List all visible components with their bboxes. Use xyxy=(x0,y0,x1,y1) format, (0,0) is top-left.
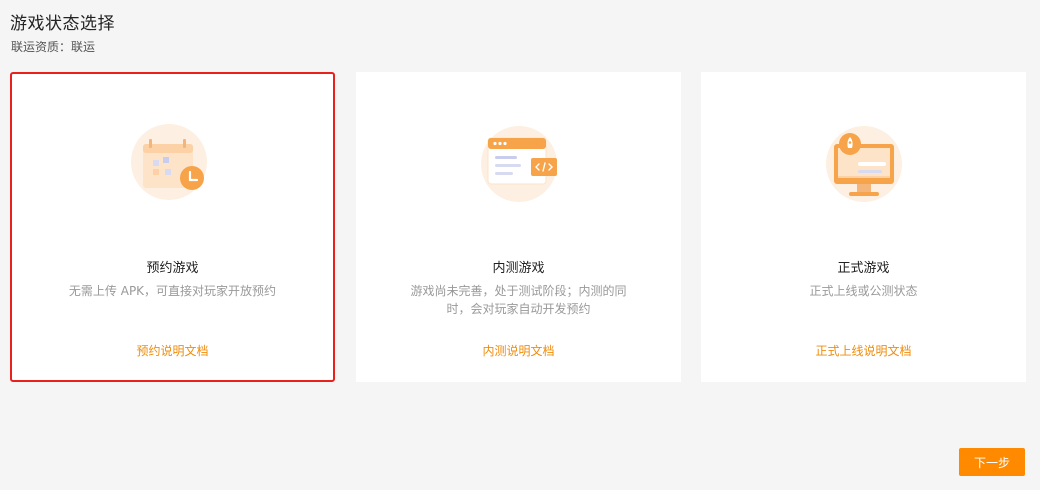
card-title: 预约游戏 xyxy=(146,261,199,276)
card-description: 正式上线或公测状态 xyxy=(809,284,918,298)
card-title: 正式游戏 xyxy=(837,261,890,276)
monitor-rocket-icon xyxy=(825,126,902,202)
card-official-game[interactable]: 正式游戏 正式上线或公测状态 正式上线说明文档 xyxy=(701,72,1026,382)
reservation-doc-link[interactable]: 预约说明文档 xyxy=(12,342,333,359)
card-description: 无需上传 APK，可直接对玩家开放预约 xyxy=(68,284,277,298)
card-reservation-game[interactable]: 预约游戏 无需上传 APK，可直接对玩家开放预约 预约说明文档 xyxy=(10,72,335,382)
card-description: 游戏尚未完善，处于测试阶段；内测的同时，会对玩家自动开发预约 xyxy=(410,284,627,316)
next-step-button[interactable]: 下一步 xyxy=(959,448,1025,476)
qualification-label: 联运资质：联运 xyxy=(11,40,96,54)
beta-doc-link[interactable]: 内测说明文档 xyxy=(356,342,681,359)
official-doc-link[interactable]: 正式上线说明文档 xyxy=(701,342,1026,359)
card-title: 内测游戏 xyxy=(492,261,545,276)
page-title: 游戏状态选择 xyxy=(10,14,115,34)
browser-code-icon xyxy=(480,126,557,202)
calendar-clock-icon xyxy=(130,124,207,200)
card-beta-game[interactable]: 内测游戏 游戏尚未完善，处于测试阶段；内测的同时，会对玩家自动开发预约 内测说明… xyxy=(356,72,681,382)
page: 游戏状态选择 联运资质：联运 预约游戏 无需上传 APK，可直接对玩家开放预约 … xyxy=(0,0,1040,490)
